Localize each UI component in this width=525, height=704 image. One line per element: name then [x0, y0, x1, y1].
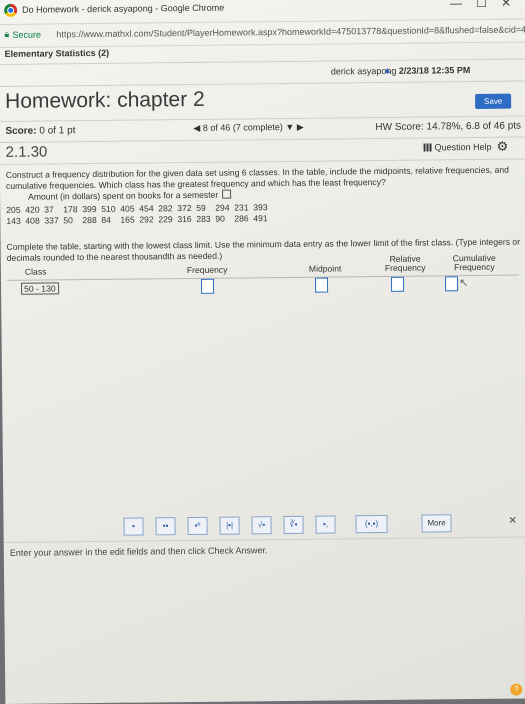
- data-value: 408: [25, 216, 44, 226]
- score-label: Score:: [5, 126, 36, 137]
- header-relative-line-2: Frequency: [385, 263, 426, 273]
- subscript-button[interactable]: ▪,: [315, 515, 335, 533]
- table-divider: [7, 275, 519, 281]
- data-value: 491: [253, 213, 272, 223]
- data-value: 337: [44, 215, 63, 225]
- header-midpoint: Midpoint: [309, 264, 342, 273]
- data-value: 84: [101, 215, 120, 225]
- course-name[interactable]: Elementary Statistics (2): [5, 48, 110, 59]
- header-class: Class: [25, 268, 47, 277]
- score-value: 0 of 1 pt: [39, 125, 75, 136]
- user-bar: derick asyapong ▲ 2/23/18 12:35 PM: [0, 58, 525, 87]
- close-toolbar-icon[interactable]: ✕: [508, 516, 517, 527]
- data-value: 286: [234, 213, 253, 223]
- data-value: 393: [253, 202, 272, 212]
- data-value: 454: [139, 203, 158, 213]
- score: Score: 0 of 1 pt: [5, 125, 75, 137]
- screen: Do Homework - derick asyapong - Google C…: [0, 0, 525, 704]
- data-value: 420: [25, 205, 44, 215]
- ordered-pair-button[interactable]: (▪,▪): [355, 515, 387, 533]
- square-root-button[interactable]: √▪: [251, 516, 271, 534]
- mixed-number-button[interactable]: ▪▪: [155, 517, 175, 535]
- divider: [0, 158, 525, 165]
- question-list-dropdown-icon[interactable]: ▼: [285, 122, 294, 132]
- data-value: 282: [158, 203, 177, 213]
- chrome-logo-icon: [4, 4, 17, 17]
- data-value: 165: [120, 215, 139, 225]
- data-value: 294: [215, 203, 234, 213]
- header-cumulative: CumulativeFrequency: [453, 254, 496, 272]
- data-value: 316: [177, 214, 196, 224]
- data-value: 229: [158, 214, 177, 224]
- header-relative: RelativeFrequency: [385, 255, 426, 273]
- data-value: 405: [120, 204, 139, 214]
- data-value: 37: [44, 204, 63, 214]
- data-value: 143: [6, 216, 25, 226]
- save-button[interactable]: Save: [475, 94, 511, 109]
- question-number: 2.1.30: [6, 143, 48, 160]
- data-value: 510: [101, 204, 120, 214]
- relative-frequency-input[interactable]: [391, 277, 404, 292]
- restore-button[interactable]: ☐: [476, 0, 487, 10]
- minimize-button[interactable]: —: [450, 0, 462, 10]
- midpoint-input[interactable]: [315, 278, 328, 293]
- question-help-button[interactable]: Question Help: [424, 142, 492, 153]
- header-cumulative-line-2: Frequency: [454, 262, 495, 272]
- data-value: 292: [139, 214, 158, 224]
- lock-icon: 🔒︎: [4, 29, 9, 40]
- cumulative-frequency-input[interactable]: [445, 276, 458, 291]
- data-title-text: Amount (in dollars) spent on books for a…: [28, 190, 218, 202]
- question-nav: ◀ 8 of 46 (7 complete) ▼ ▶: [193, 122, 303, 134]
- url-text[interactable]: https://www.mathxl.com/Student/PlayerHom…: [56, 23, 525, 39]
- user-datetime: 2/23/18 12:35 PM: [399, 65, 471, 76]
- window-title: Do Homework - derick asyapong - Google C…: [22, 3, 224, 15]
- fraction-button[interactable]: ▪: [123, 518, 143, 536]
- data-value: 231: [234, 202, 253, 212]
- data-value: 178: [63, 204, 82, 214]
- secure-label: Secure: [12, 30, 41, 40]
- question-help-label: Question Help: [435, 142, 492, 153]
- header-frequency: Frequency: [187, 266, 228, 275]
- data-value: 50: [63, 215, 82, 225]
- frequency-input[interactable]: [201, 279, 214, 294]
- data-value: 283: [196, 214, 215, 224]
- page-title: Homework: chapter 2: [5, 88, 205, 114]
- data-value: 288: [82, 215, 101, 225]
- hw-score: HW Score: 14.78%, 6.8 of 46 pts: [375, 121, 521, 134]
- instructions: Complete the table, starting with the lo…: [7, 236, 525, 263]
- question-position: 8 of 46 (7 complete): [203, 122, 283, 133]
- data-row-2: 143408337502888416529222931628390286491: [6, 213, 272, 226]
- user-icon[interactable]: ▲: [383, 65, 392, 75]
- class-cell: 50 - 130: [21, 282, 59, 294]
- help-icon[interactable]: ?: [510, 684, 522, 696]
- question-prompt: Construct a frequency distribution for t…: [6, 165, 516, 192]
- footer-instruction: Enter your answer in the edit fields and…: [10, 545, 268, 558]
- more-button[interactable]: More: [421, 514, 451, 532]
- data-value: 399: [82, 204, 101, 214]
- nth-root-button[interactable]: ∛▪: [283, 516, 303, 534]
- prev-question-button[interactable]: ◀: [193, 123, 200, 133]
- next-question-button[interactable]: ▶: [297, 122, 304, 132]
- cursor-arrow-icon: ↖: [459, 276, 468, 289]
- data-value: 205: [6, 205, 25, 215]
- gear-icon[interactable]: ⚙: [497, 139, 509, 155]
- copy-data-icon[interactable]: [222, 190, 231, 199]
- data-title: Amount (in dollars) spent on books for a…: [28, 190, 231, 202]
- data-value: 90: [215, 214, 234, 224]
- data-value: 59: [196, 203, 215, 213]
- footer-divider: [4, 536, 525, 543]
- data-value: 372: [177, 203, 196, 213]
- exponent-button[interactable]: ▪ʰ: [187, 517, 207, 535]
- question-help-icon: [424, 143, 432, 151]
- absolute-value-button[interactable]: |▪|: [219, 517, 239, 535]
- close-window-button[interactable]: ✕: [501, 0, 511, 10]
- score-bar: Score: 0 of 1 pt ◀ 8 of 46 (7 complete) …: [0, 115, 525, 143]
